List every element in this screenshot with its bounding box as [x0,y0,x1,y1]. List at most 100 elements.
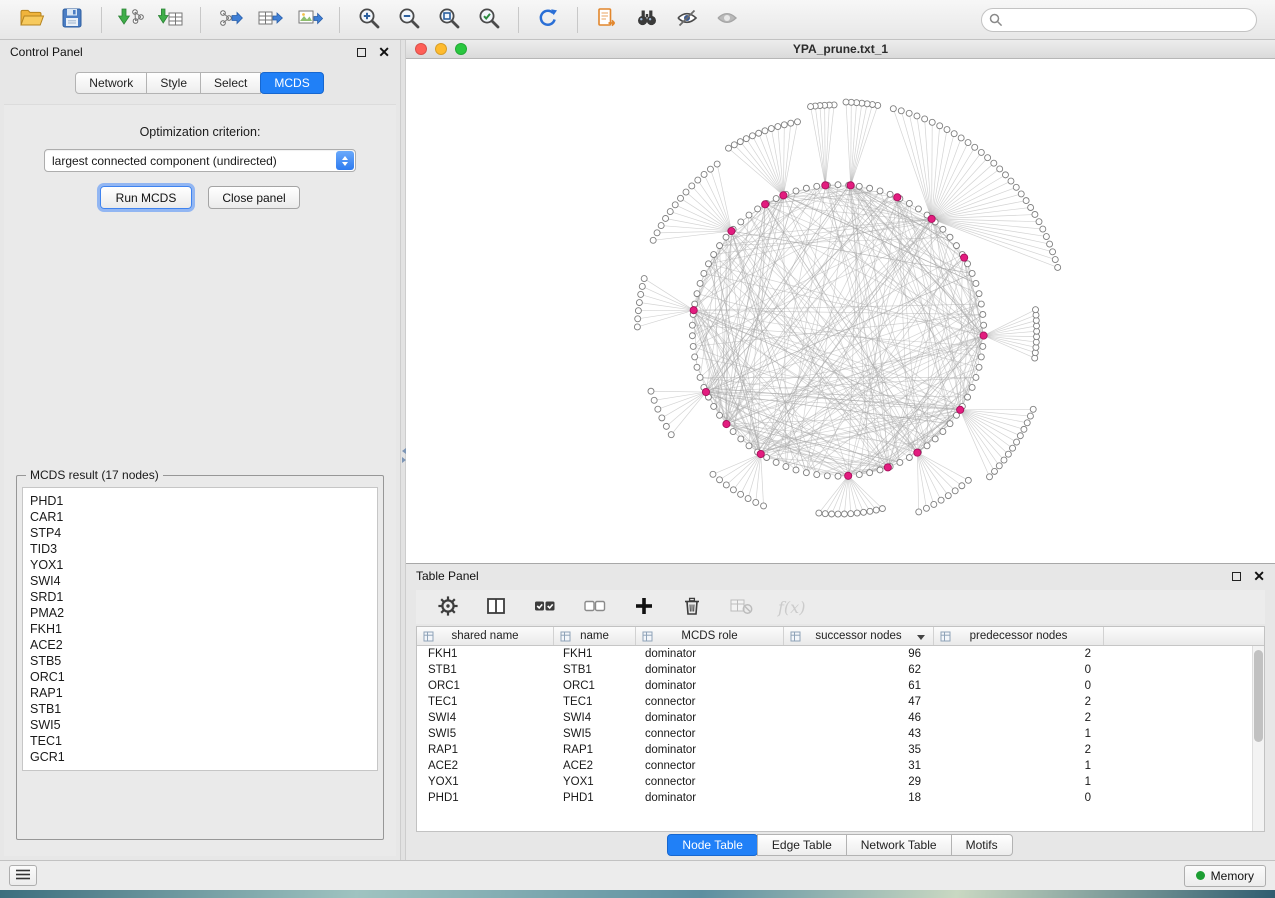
export-image-button[interactable] [290,4,330,36]
splitter-collapse-handle[interactable] [401,444,407,466]
successor-nodes-cell: 31 [784,760,934,772]
select-all-button[interactable] [532,593,558,621]
mcds-result-node[interactable]: RAP1 [30,685,370,701]
name-cell: YOX1 [554,776,636,788]
close-table-panel-icon[interactable]: ✕ [1253,569,1265,583]
tab-motifs[interactable]: Motifs [951,834,1013,856]
table-scrollbar-thumb[interactable] [1254,650,1263,742]
column-header-label: shared name [451,630,518,642]
tab-style[interactable]: Style [146,72,201,94]
tab-node-table[interactable]: Node Table [667,834,758,856]
show-graphics-details-button[interactable] [667,4,707,36]
deselect-all-button[interactable] [582,593,608,621]
mcds-result-node[interactable]: SWI4 [30,573,370,589]
column-header-name[interactable]: name [554,627,636,645]
table-body: FKH1FKH1dominator962STB1STB1dominator620… [417,646,1264,831]
table-row[interactable]: FKH1FKH1dominator962 [417,646,1264,662]
mcds-role-cell: dominator [636,712,784,724]
criterion-combobox[interactable]: largest connected component (undirected) [44,149,356,172]
table-row[interactable]: TEC1TEC1connector472 [417,694,1264,710]
mcds-result-node[interactable]: CAR1 [30,509,370,525]
hide-graphics-button[interactable] [707,4,747,36]
mcds-result-node[interactable]: PHD1 [30,493,370,509]
table-row[interactable]: YOX1YOX1connector291 [417,774,1264,790]
table-row[interactable]: STB1STB1dominator620 [417,662,1264,678]
table-row[interactable]: PHD1PHD1dominator180 [417,790,1264,806]
close-window-icon[interactable] [415,43,427,55]
column-header-mcds-role[interactable]: MCDS role [636,627,784,645]
zoom-in-button[interactable] [349,4,389,36]
import-table-button[interactable] [151,4,191,36]
close-panel-icon[interactable]: ✕ [378,45,390,59]
status-menu-button[interactable] [9,865,37,886]
zoom-out-button[interactable] [389,4,429,36]
mcds-result-node[interactable]: STB1 [30,701,370,717]
run-mcds-button[interactable]: Run MCDS [100,186,192,209]
memory-button[interactable]: Memory [1184,865,1266,887]
mcds-result-node[interactable]: TEC1 [30,733,370,749]
mcds-result-node[interactable]: FKH1 [30,621,370,637]
mcds-result-node[interactable]: GCR1 [30,749,370,765]
name-cell: ACE2 [554,760,636,772]
open-session-button[interactable] [12,4,52,36]
tab-network[interactable]: Network [75,72,147,94]
function-icon: f(x) [778,598,805,617]
column-type-icon [642,631,653,645]
tab-select[interactable]: Select [200,72,261,94]
gear-button[interactable] [436,593,460,621]
table-row[interactable]: SWI5SWI5connector431 [417,726,1264,742]
mcds-result-node[interactable]: TID3 [30,541,370,557]
sort-caret-icon [917,635,925,640]
mcds-role-cell: dominator [636,648,784,660]
table-row[interactable]: RAP1RAP1dominator352 [417,742,1264,758]
table-scrollbar[interactable] [1252,646,1264,831]
zoom-in-icon [357,6,381,33]
float-table-panel-icon[interactable] [1232,572,1241,581]
zoom-fit-button[interactable] [429,4,469,36]
tab-mcds[interactable]: MCDS [260,72,323,94]
mcds-result-node[interactable]: ORC1 [30,669,370,685]
table-row[interactable]: ACE2ACE2connector311 [417,758,1264,774]
network-canvas[interactable] [406,59,1275,563]
import-network-button[interactable] [111,4,151,36]
delete-table-button[interactable] [728,593,754,621]
mcds-result-node[interactable]: SRD1 [30,589,370,605]
refresh-button[interactable] [528,4,568,36]
tab-network-table[interactable]: Network Table [846,834,952,856]
table-panel-title: Table Panel [416,569,479,583]
minimize-window-icon[interactable] [435,43,447,55]
mcds-result-node[interactable]: STB5 [30,653,370,669]
main-area: Control Panel ✕ NetworkStyleSelectMCDS O… [0,40,1275,860]
close-panel-button[interactable]: Close panel [208,186,300,209]
successor-nodes-cell: 43 [784,728,934,740]
find-button[interactable] [627,4,667,36]
column-header-predecessor-nodes[interactable]: predecessor nodes [934,627,1104,645]
share-document-icon [595,6,619,33]
predecessor-nodes-cell: 1 [934,776,1104,788]
zoom-selected-button[interactable] [469,4,509,36]
column-header-successor-nodes[interactable]: successor nodes [784,627,934,645]
maximize-window-icon[interactable] [455,43,467,55]
export-network-button[interactable] [210,4,250,36]
table-row[interactable]: SWI4SWI4dominator462 [417,710,1264,726]
share-document-button[interactable] [587,4,627,36]
mcds-result-node[interactable]: YOX1 [30,557,370,573]
search-input[interactable] [981,8,1257,32]
mcds-result-list[interactable]: PHD1CAR1STP4TID3YOX1SWI4SRD1PMA2FKH1ACE2… [22,487,378,771]
delete-column-button[interactable] [680,593,704,621]
save-session-button[interactable] [52,4,92,36]
hide-graphics-icon [715,6,739,33]
float-panel-icon[interactable] [357,48,366,57]
tab-edge-table[interactable]: Edge Table [757,834,847,856]
vertical-splitter[interactable] [400,40,406,860]
mcds-result-node[interactable]: SWI5 [30,717,370,733]
mcds-result-node[interactable]: ACE2 [30,637,370,653]
column-header-shared-name[interactable]: shared name [417,627,554,645]
column-selector-button[interactable] [484,593,508,621]
function-builder-button[interactable]: f(x) [778,593,805,621]
mcds-result-node[interactable]: PMA2 [30,605,370,621]
table-row[interactable]: ORC1ORC1dominator610 [417,678,1264,694]
mcds-result-node[interactable]: STP4 [30,525,370,541]
export-table-button[interactable] [250,4,290,36]
add-column-button[interactable] [632,593,656,621]
